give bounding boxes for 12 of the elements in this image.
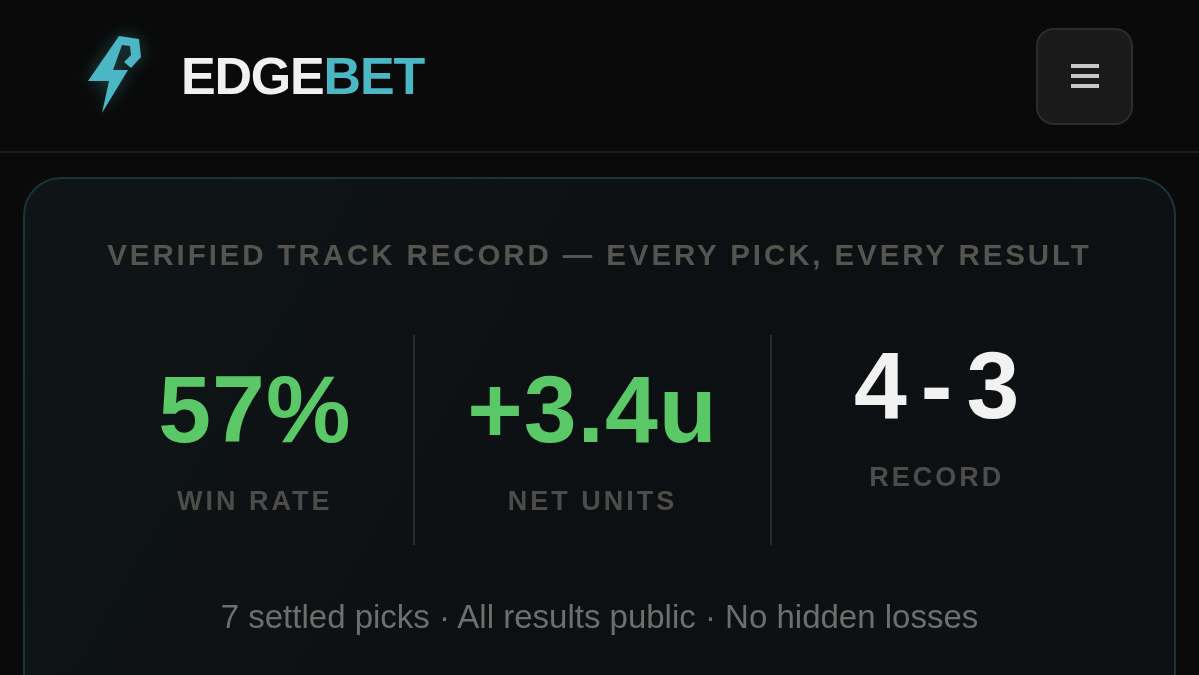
stat-value: 4-3 — [854, 335, 1034, 435]
stat-label: NET UNITS — [507, 485, 678, 517]
menu-button[interactable] — [1036, 27, 1133, 125]
section-title: VERIFIED TRACK RECORD — EVERY PICK, EVERY RESULT — [106, 237, 1093, 273]
stat-value: 57% — [158, 359, 352, 459]
brand-wordmark: EDGEBET — [181, 47, 424, 102]
stat-label: WIN RATE — [177, 485, 333, 517]
lightning-bolt-logo-icon — [88, 36, 141, 113]
stat-label: RECORD — [869, 461, 1005, 493]
menu-icon — [1070, 64, 1099, 88]
stat-value: +3.4u — [467, 359, 718, 459]
summary-text: 7 settled picks · All results public · No hidden losses — [219, 597, 980, 637]
